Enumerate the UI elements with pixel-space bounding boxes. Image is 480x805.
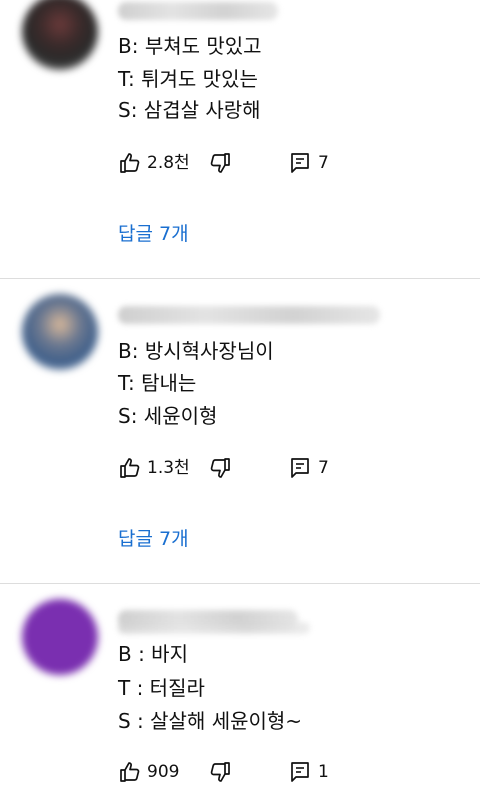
- comment-text-line: T: 탐내는: [118, 371, 197, 395]
- thumbs-up-icon[interactable]: [118, 456, 142, 480]
- comment-actions: 2.8천 7: [118, 151, 458, 175]
- comment-text-line: B: 방시혁사장님이: [118, 339, 274, 363]
- thumbs-up-icon[interactable]: [118, 151, 142, 175]
- divider: [0, 583, 480, 584]
- reply-count: 7: [318, 458, 329, 478]
- like-count: 2.8천: [147, 153, 190, 173]
- comment-text-line: T : 터질라: [118, 676, 205, 700]
- view-replies-link[interactable]: 답글 7개: [118, 527, 189, 551]
- comment-text-line: B : 바지: [118, 642, 188, 666]
- divider: [0, 278, 480, 279]
- comment-text-line: S: 삼겹살 사랑해: [118, 98, 261, 122]
- reply-count: 7: [318, 153, 329, 173]
- thumbs-down-icon[interactable]: [208, 456, 232, 480]
- comment-icon[interactable]: [288, 760, 312, 784]
- comment-actions: 1.3천 7: [118, 456, 458, 480]
- like-count: 909: [147, 762, 180, 782]
- author-name-blurred: [118, 622, 310, 634]
- comment-text-line: T: 튀겨도 맛있는: [118, 67, 258, 91]
- like-count: 1.3천: [147, 458, 190, 478]
- author-name-blurred[interactable]: [118, 306, 380, 324]
- comment-icon[interactable]: [288, 456, 312, 480]
- thumbs-up-icon[interactable]: [118, 760, 142, 784]
- view-replies-link[interactable]: 답글 7개: [118, 222, 189, 246]
- author-name-blurred[interactable]: [118, 2, 278, 20]
- thumbs-down-icon[interactable]: [208, 760, 232, 784]
- comment-text-line: S : 살살해 세윤이형~: [118, 709, 303, 733]
- thumbs-down-icon[interactable]: [208, 151, 232, 175]
- reply-count: 1: [318, 762, 329, 782]
- avatar[interactable]: [22, 0, 98, 70]
- avatar[interactable]: [22, 294, 98, 370]
- comment-text-line: S: 세윤이형: [118, 404, 218, 428]
- comment-text-line: B: 부쳐도 맛있고: [118, 34, 262, 58]
- comment-actions: 909 1: [118, 760, 458, 784]
- avatar[interactable]: [22, 599, 98, 675]
- comment-icon[interactable]: [288, 151, 312, 175]
- avatar-initials: [22, 599, 98, 675]
